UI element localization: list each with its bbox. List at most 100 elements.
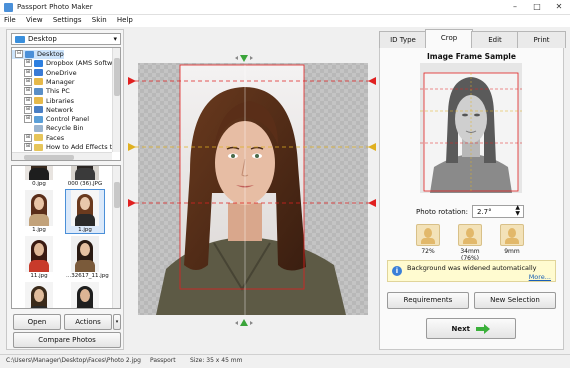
thumbnail-grid: 0.jpg 000 (36).JPG 1.jpg 1.jpg 11.jpg ...3261… xyxy=(11,165,121,309)
menu-file[interactable]: File xyxy=(0,15,20,25)
thumbnail-item[interactable]: 000 (36).JPG xyxy=(66,166,104,187)
thumbnail-image xyxy=(71,236,99,272)
compare-photos-button[interactable]: Compare Photos xyxy=(13,332,121,348)
more-link[interactable]: More... xyxy=(529,273,551,281)
actions-button[interactable]: Actions xyxy=(64,314,112,330)
folder-select-value: Desktop xyxy=(28,35,57,43)
head-height-icon xyxy=(416,224,440,246)
folder-icon xyxy=(34,69,43,77)
measure-1: 72% xyxy=(410,224,446,256)
eye-guide-handle-left[interactable] xyxy=(128,143,136,151)
menu-skin[interactable]: Skin xyxy=(88,15,111,25)
thumbnail-item[interactable] xyxy=(66,282,104,308)
thumbnail-item[interactable]: 0.jpg xyxy=(20,166,58,187)
tree-item[interactable]: Recycle Bin xyxy=(12,124,83,133)
thumbnail-item[interactable]: 1.jpg xyxy=(20,190,58,233)
thumbnail-item[interactable] xyxy=(20,282,58,308)
thumbnail-item[interactable]: 11.jpg xyxy=(20,236,58,279)
info-text: Background was widened automatically xyxy=(407,264,537,272)
close-button[interactable]: ✕ xyxy=(548,0,570,14)
open-button[interactable]: Open xyxy=(13,314,61,330)
tab-id-type[interactable]: ID Type xyxy=(379,31,427,48)
tree-item[interactable]: ⊞ Faces xyxy=(12,133,65,143)
rotation-spinner[interactable]: ▲ ▼ xyxy=(515,205,520,217)
tree-item-label: Manager xyxy=(46,77,75,86)
rotation-input[interactable]: 2.7° ▲ ▼ xyxy=(472,205,524,218)
thumbnail-image xyxy=(71,190,99,226)
thumbnail-item[interactable]: ...32617_11.jpg xyxy=(66,236,109,279)
thumbnail-scrollbar[interactable] xyxy=(112,166,120,308)
expand-toggle-icon[interactable]: ⊞ xyxy=(24,143,32,151)
expand-toggle-icon[interactable]: ⊞ xyxy=(24,68,32,77)
bottom-crop-handle[interactable] xyxy=(235,317,253,327)
status-bar: C:\Users\Manager\Desktop\Faces\Photo 2.j… xyxy=(0,354,570,368)
photo-canvas[interactable] xyxy=(128,53,376,319)
chin-guide-handle-right[interactable] xyxy=(368,199,376,207)
measure-value: 72% xyxy=(421,248,435,255)
tree-item-label: Faces xyxy=(46,133,65,142)
window-title: Passport Photo Maker xyxy=(17,3,93,11)
thumbnail-scroll-thumb[interactable] xyxy=(114,182,120,208)
menu-settings[interactable]: Settings xyxy=(49,15,86,25)
thumbnail-image xyxy=(25,166,53,180)
top-crop-handle[interactable] xyxy=(235,54,253,64)
tree-scroll-thumb[interactable] xyxy=(114,58,120,96)
thumbnail-item[interactable]: 1.jpg xyxy=(65,189,105,234)
expand-toggle-icon[interactable]: ⊞ xyxy=(24,77,32,86)
requirements-button[interactable]: Requirements xyxy=(387,292,469,309)
minimize-button[interactable]: – xyxy=(504,0,526,14)
tree-item-label: Control Panel xyxy=(46,115,90,124)
next-button[interactable]: Next xyxy=(426,318,516,339)
thumbnail-image xyxy=(25,190,53,226)
expand-toggle-icon[interactable]: ⊞ xyxy=(24,96,32,105)
tree-item[interactable]: ⊞ How to Add Effects to xyxy=(12,143,116,152)
top-guide-handle-right[interactable] xyxy=(368,77,376,85)
face-width-icon xyxy=(458,224,482,246)
tab-edit[interactable]: Edit xyxy=(471,31,519,48)
tree-item[interactable]: ⊞ Control Panel xyxy=(12,115,89,124)
folder-select[interactable]: Desktop ▾ xyxy=(11,33,121,45)
eye-guide-handle-right[interactable] xyxy=(368,143,376,151)
measure-3: 9mm xyxy=(494,224,530,256)
actions-dropdown-button[interactable]: ▾ xyxy=(113,314,121,330)
new-selection-button[interactable]: New Selection xyxy=(474,292,556,309)
tree-item[interactable]: ⊞ This PC xyxy=(12,87,70,96)
thumbnail-label: 1.jpg xyxy=(32,227,46,233)
left-iris xyxy=(231,154,235,158)
thumbnail-image xyxy=(71,282,99,308)
tree-item[interactable]: ⊞ OneDrive xyxy=(12,68,77,78)
tree-item-label: This PC xyxy=(46,87,70,96)
measure-2: 34mm (76%) xyxy=(452,224,488,262)
tab-crop[interactable]: Crop xyxy=(425,29,473,48)
expand-toggle-icon[interactable]: ⊞ xyxy=(24,87,32,96)
menu-help[interactable]: Help xyxy=(113,15,137,25)
tree-horizontal-scrollbar[interactable] xyxy=(12,152,112,160)
thumbnail-label: 0.jpg xyxy=(32,181,46,187)
status-path: C:\Users\Manager\Desktop\Faces\Photo 2.j… xyxy=(6,357,141,364)
folder-icon xyxy=(34,124,43,132)
expand-toggle-icon[interactable]: ⊞ xyxy=(24,133,32,142)
top-guide-handle-left[interactable] xyxy=(128,77,136,85)
expand-toggle-icon[interactable]: ⊟ xyxy=(15,50,23,58)
menu-bar: File View Settings Skin Help xyxy=(0,15,570,27)
next-label: Next xyxy=(451,325,471,333)
chin-guide-handle-left[interactable] xyxy=(128,199,136,207)
expand-toggle-icon[interactable]: ⊞ xyxy=(24,105,32,114)
maximize-button[interactable]: □ xyxy=(526,0,548,14)
tree-vertical-scrollbar[interactable] xyxy=(112,48,120,152)
tree-item[interactable]: ⊞ Manager xyxy=(12,77,75,87)
folder-icon xyxy=(34,115,43,123)
folder-icon xyxy=(25,50,34,58)
tree-item[interactable]: ⊞ Libraries xyxy=(12,96,74,106)
tab-print[interactable]: Print xyxy=(517,31,566,48)
tree-item[interactable]: ⊞ Network xyxy=(12,105,73,115)
sample-frame xyxy=(420,63,522,193)
menu-view[interactable]: View xyxy=(22,15,47,25)
tree-hscroll-thumb[interactable] xyxy=(24,155,74,160)
tree-item[interactable]: ⊟ Desktop xyxy=(12,50,64,59)
expand-toggle-icon[interactable]: ⊞ xyxy=(24,59,32,68)
tree-item[interactable]: ⊞ Dropbox (AMS Softwa xyxy=(12,59,116,68)
thumbnail-label: 11.jpg xyxy=(30,273,48,279)
info-message: i Background was widened automatically M… xyxy=(387,260,556,282)
expand-toggle-icon[interactable]: ⊞ xyxy=(24,115,32,124)
